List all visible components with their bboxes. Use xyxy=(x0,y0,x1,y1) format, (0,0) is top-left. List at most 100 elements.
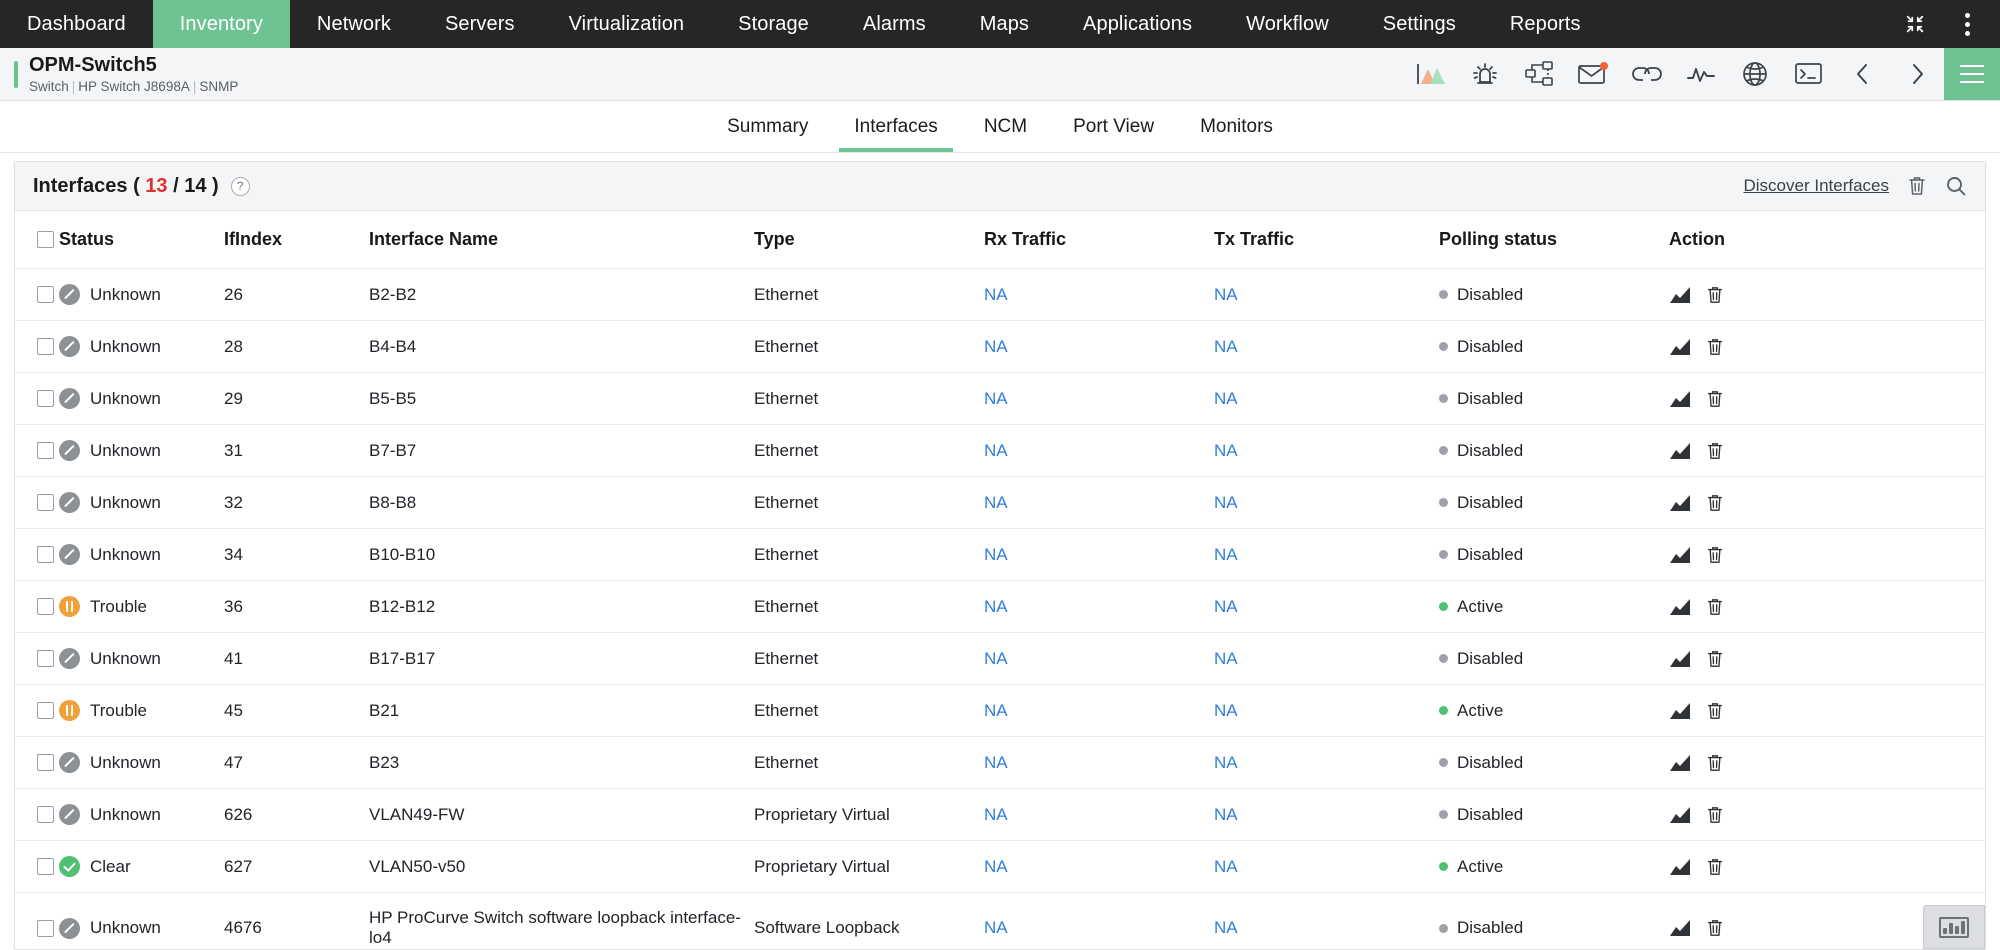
header-ifindex[interactable]: IfIndex xyxy=(224,211,369,269)
floating-console-widget[interactable] xyxy=(1923,905,1985,949)
rx-traffic-link[interactable]: NA xyxy=(984,545,1008,564)
tx-traffic-link[interactable]: NA xyxy=(1214,701,1238,720)
nav-item-applications[interactable]: Applications xyxy=(1056,0,1219,48)
row-delete-icon[interactable] xyxy=(1706,441,1724,461)
row-chart-icon[interactable] xyxy=(1669,286,1691,304)
table-row[interactable]: Trouble45B21EthernetNANAActive xyxy=(15,685,1985,737)
row-checkbox[interactable] xyxy=(37,858,54,875)
row-delete-icon[interactable] xyxy=(1706,857,1724,877)
header-status[interactable]: Status xyxy=(59,211,224,269)
nav-item-inventory[interactable]: Inventory xyxy=(153,0,290,48)
table-row[interactable]: Clear627VLAN50-v50Proprietary VirtualNAN… xyxy=(15,841,1985,893)
row-delete-icon[interactable] xyxy=(1706,805,1724,825)
row-chart-icon[interactable] xyxy=(1669,650,1691,668)
row-delete-icon[interactable] xyxy=(1706,701,1724,721)
table-row[interactable]: Unknown41B17-B17EthernetNANADisabled xyxy=(15,633,1985,685)
row-checkbox[interactable] xyxy=(37,442,54,459)
discover-interfaces-link[interactable]: Discover Interfaces xyxy=(1744,176,1890,196)
tx-traffic-link[interactable]: NA xyxy=(1214,389,1238,408)
tx-traffic-link[interactable]: NA xyxy=(1214,337,1238,356)
table-row[interactable]: Unknown4676HP ProCurve Switch software l… xyxy=(15,893,1985,950)
table-row[interactable]: Unknown26B2-B2EthernetNANADisabled xyxy=(15,269,1985,321)
rx-traffic-link[interactable]: NA xyxy=(984,753,1008,772)
interfaces-table-scroll[interactable]: Status IfIndex Interface Name Type Rx Tr… xyxy=(15,211,1985,949)
help-icon[interactable]: ? xyxy=(231,177,250,196)
row-delete-icon[interactable] xyxy=(1706,918,1724,938)
rx-traffic-link[interactable]: NA xyxy=(984,285,1008,304)
topology-map-icon[interactable] xyxy=(1512,48,1566,100)
tx-traffic-link[interactable]: NA xyxy=(1214,649,1238,668)
cell-interface-name[interactable]: B7-B7 xyxy=(369,425,754,477)
cell-interface-name[interactable]: B10-B10 xyxy=(369,529,754,581)
row-checkbox[interactable] xyxy=(37,754,54,771)
cell-interface-name[interactable]: HP ProCurve Switch software loopback int… xyxy=(369,893,754,950)
cell-interface-name[interactable]: B17-B17 xyxy=(369,633,754,685)
row-checkbox[interactable] xyxy=(37,598,54,615)
cell-interface-name[interactable]: B21 xyxy=(369,685,754,737)
nav-item-reports[interactable]: Reports xyxy=(1483,0,1608,48)
row-delete-icon[interactable] xyxy=(1706,545,1724,565)
nav-item-servers[interactable]: Servers xyxy=(418,0,542,48)
row-checkbox[interactable] xyxy=(37,390,54,407)
mail-notification-icon[interactable] xyxy=(1566,48,1620,100)
rx-traffic-link[interactable]: NA xyxy=(984,649,1008,668)
nav-item-dashboard[interactable]: Dashboard xyxy=(0,0,153,48)
row-checkbox[interactable] xyxy=(37,546,54,563)
rx-traffic-link[interactable]: NA xyxy=(984,597,1008,616)
rx-traffic-link[interactable]: NA xyxy=(984,918,1008,937)
nav-item-alarms[interactable]: Alarms xyxy=(836,0,953,48)
tx-traffic-link[interactable]: NA xyxy=(1214,441,1238,460)
row-chart-icon[interactable] xyxy=(1669,494,1691,512)
row-checkbox[interactable] xyxy=(37,650,54,667)
more-options-kebab-icon[interactable] xyxy=(1952,9,1982,39)
terminal-console-icon[interactable] xyxy=(1782,48,1836,100)
header-type[interactable]: Type xyxy=(754,211,984,269)
row-delete-icon[interactable] xyxy=(1706,753,1724,773)
cell-interface-name[interactable]: B2-B2 xyxy=(369,269,754,321)
row-chart-icon[interactable] xyxy=(1669,858,1691,876)
delete-trash-icon[interactable] xyxy=(1907,175,1927,197)
cell-interface-name[interactable]: VLAN50-v50 xyxy=(369,841,754,893)
rx-traffic-link[interactable]: NA xyxy=(984,493,1008,512)
rx-traffic-link[interactable]: NA xyxy=(984,805,1008,824)
header-tx-traffic[interactable]: Tx Traffic xyxy=(1214,211,1439,269)
tx-traffic-link[interactable]: NA xyxy=(1214,597,1238,616)
tab-port-view[interactable]: Port View xyxy=(1050,101,1177,152)
table-row[interactable]: Unknown31B7-B7EthernetNANADisabled xyxy=(15,425,1985,477)
cell-interface-name[interactable]: B23 xyxy=(369,737,754,789)
row-chart-icon[interactable] xyxy=(1669,338,1691,356)
row-chart-icon[interactable] xyxy=(1669,806,1691,824)
row-checkbox[interactable] xyxy=(37,920,54,937)
row-checkbox[interactable] xyxy=(37,806,54,823)
performance-chart-icon[interactable] xyxy=(1404,48,1458,100)
rx-traffic-link[interactable]: NA xyxy=(984,389,1008,408)
cell-interface-name[interactable]: VLAN49-FW xyxy=(369,789,754,841)
search-icon[interactable] xyxy=(1945,175,1967,197)
nav-item-maps[interactable]: Maps xyxy=(953,0,1056,48)
table-row[interactable]: Unknown29B5-B5EthernetNANADisabled xyxy=(15,373,1985,425)
nav-item-settings[interactable]: Settings xyxy=(1356,0,1483,48)
rx-traffic-link[interactable]: NA xyxy=(984,337,1008,356)
header-interface-name[interactable]: Interface Name xyxy=(369,211,754,269)
nav-item-network[interactable]: Network xyxy=(290,0,418,48)
tx-traffic-link[interactable]: NA xyxy=(1214,493,1238,512)
row-checkbox[interactable] xyxy=(37,338,54,355)
select-all-checkbox[interactable] xyxy=(37,231,54,248)
row-checkbox[interactable] xyxy=(37,702,54,719)
row-checkbox[interactable] xyxy=(37,494,54,511)
row-chart-icon[interactable] xyxy=(1669,754,1691,772)
tx-traffic-link[interactable]: NA xyxy=(1214,545,1238,564)
row-checkbox[interactable] xyxy=(37,286,54,303)
rx-traffic-link[interactable]: NA xyxy=(984,441,1008,460)
next-device-icon[interactable] xyxy=(1890,48,1944,100)
rx-traffic-link[interactable]: NA xyxy=(984,857,1008,876)
tx-traffic-link[interactable]: NA xyxy=(1214,918,1238,937)
tx-traffic-link[interactable]: NA xyxy=(1214,285,1238,304)
row-chart-icon[interactable] xyxy=(1669,546,1691,564)
header-rx-traffic[interactable]: Rx Traffic xyxy=(984,211,1214,269)
monitor-trend-icon[interactable] xyxy=(1674,48,1728,100)
cell-interface-name[interactable]: B12-B12 xyxy=(369,581,754,633)
row-delete-icon[interactable] xyxy=(1706,337,1724,357)
link-chain-icon[interactable] xyxy=(1620,48,1674,100)
table-row[interactable]: Unknown28B4-B4EthernetNANADisabled xyxy=(15,321,1985,373)
